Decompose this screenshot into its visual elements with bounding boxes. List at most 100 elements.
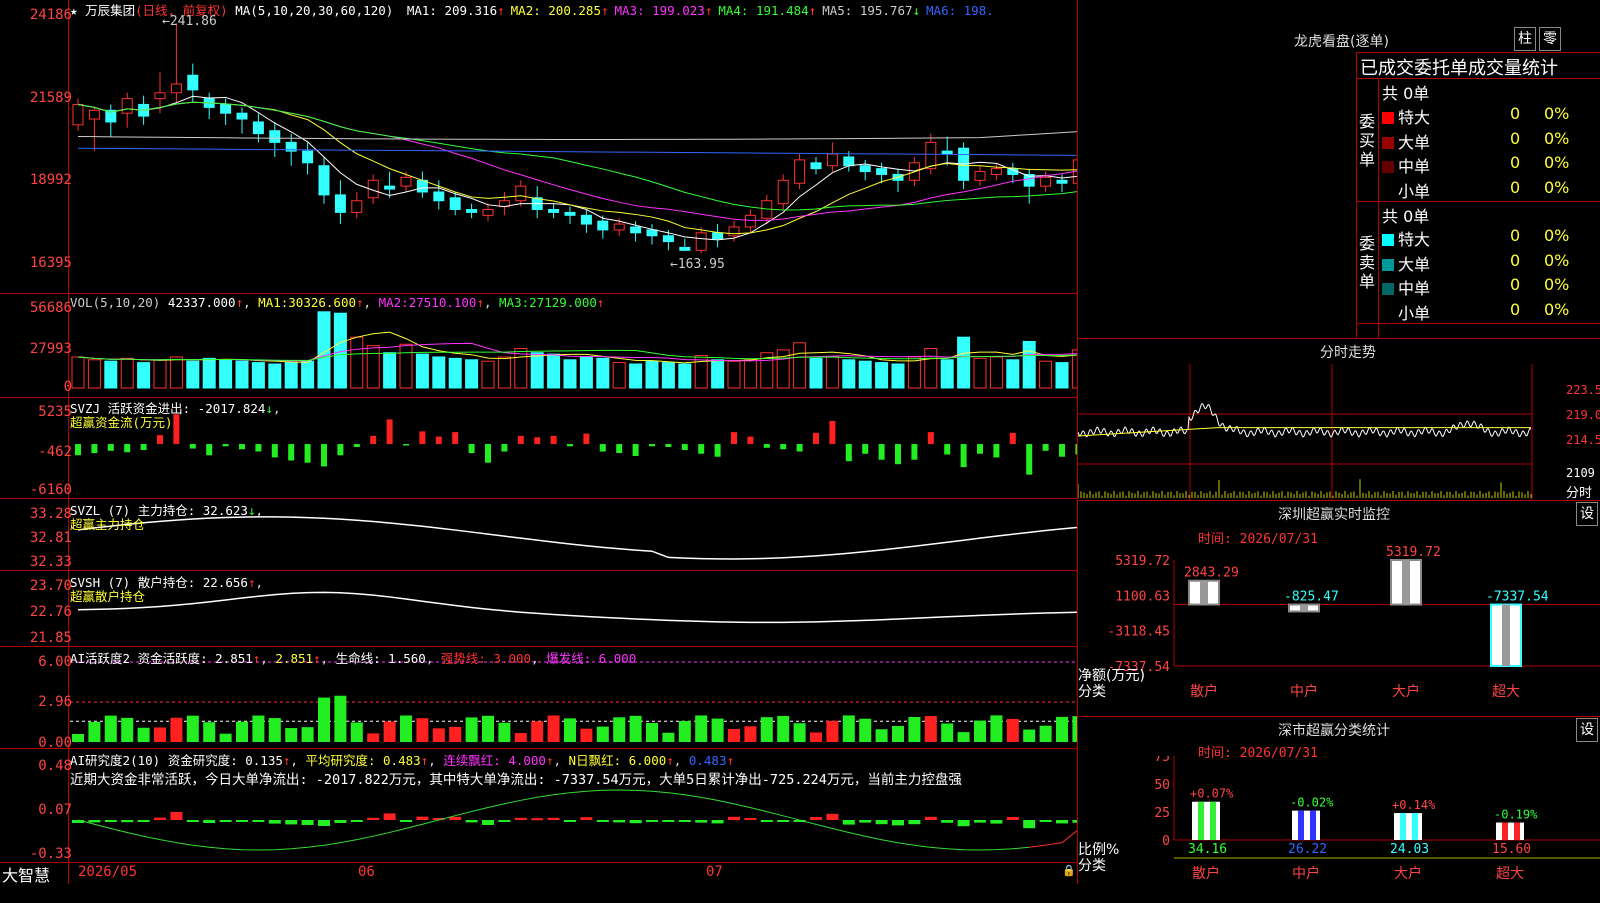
flow-bar-3 (124, 444, 131, 453)
research-bar-33 (613, 820, 626, 823)
brand-logo: 大智慧 (2, 866, 51, 885)
dragon-panel: 龙虎看盘(逐单) 柱 零 已成交委托单成交量统计 委买单 委卖单 共 0单 共 … (1078, 0, 1600, 340)
ai-bar-21 (416, 718, 429, 742)
x-label-2: 07 (706, 864, 723, 880)
intraday-unit: 分时 (1566, 486, 1593, 501)
vol-bar-53 (940, 359, 954, 389)
research-bar-32 (596, 820, 609, 822)
buy-total: 共 0单 (1382, 84, 1430, 103)
flow-bar-40 (731, 432, 737, 445)
mon-value-3: -7337.54 (1486, 590, 1549, 605)
flow-bar-33 (616, 444, 623, 454)
stat-ylabel: 比例% (1078, 842, 1119, 858)
stat-change-0: +0.07% (1190, 787, 1234, 801)
research-bar-18 (367, 817, 380, 820)
vol-bar-47 (842, 359, 856, 389)
flow-bar-57 (1009, 432, 1016, 445)
buy-row-0: 特大 0 0% (1382, 104, 1569, 128)
ai-bar-35 (646, 722, 658, 742)
lock-icon[interactable]: 🔒 (1062, 864, 1076, 877)
candle-21 (416, 171, 428, 198)
mon-value-0: 2843.29 (1184, 566, 1239, 581)
mon-cat-1: 中户 (1290, 683, 1318, 700)
ai-bar-11 (252, 715, 265, 742)
sz-monitor-chart[interactable]: 5319.72 1100.63 -3118.45 -7337.54 2843.29 散户 -… (1078, 540, 1600, 716)
candle-43 (777, 174, 789, 210)
svzj-tick-2: -6160 (29, 482, 72, 498)
sz-stats-settings[interactable]: 设 (1576, 718, 1598, 742)
buy-swatch-3 (1382, 185, 1394, 198)
vol-bar-48 (858, 360, 872, 389)
svsh-tick-0: 23.70 (29, 578, 72, 594)
mon-xlabel: 分类 (1078, 684, 1106, 700)
research-bar-1 (88, 820, 101, 823)
candle-35 (646, 224, 658, 245)
vol-bar-57 (1006, 359, 1020, 389)
stat-cat-0: 散户 (1192, 865, 1220, 882)
research-bar-40 (728, 816, 740, 820)
sz-stats-chart[interactable]: 75 50 25 0 +0.07% 34.16 散户 -0.02% 26.22 中户 +0.14% 2… (1078, 750, 1600, 900)
intraday-tick-1: 219.0 (1566, 408, 1600, 422)
intraday-tick-2: 214.5 (1566, 433, 1600, 447)
flow-bar-17 (353, 444, 360, 448)
dragon-header: 已成交委托单成交量统计 (1360, 58, 1558, 79)
vol-bar-26 (497, 356, 511, 389)
vol-bar-30 (563, 359, 577, 389)
btn-zero[interactable]: 零 (1539, 27, 1561, 51)
flow-bar-30 (567, 444, 573, 447)
research-bar-52 (924, 816, 937, 820)
ai-bar-47 (842, 715, 855, 742)
vol-bar-14 (301, 360, 315, 389)
research-bar-43 (777, 820, 790, 822)
candle-27 (515, 180, 527, 207)
flow-bar-50 (895, 444, 901, 465)
candle-23 (449, 191, 461, 216)
vol-bar-0 (71, 356, 85, 389)
ai2-comment: 近期大资金非常活跃，今日大单净流出: -2017.822万元，其中特大单净流出:… (70, 772, 962, 788)
vol-bar-2 (104, 360, 118, 389)
sell-swatch-3 (1382, 307, 1394, 320)
ma-value-5: MA5: 195.767 (822, 3, 913, 18)
svzj-tick-1: -462 (38, 444, 72, 460)
stat-value-0: 34.16 (1188, 842, 1227, 857)
vol-bar-41 (743, 359, 757, 389)
intraday-tick-0: 223.5 (1566, 383, 1600, 397)
candle-9 (220, 98, 232, 125)
flow-bar-5 (157, 435, 163, 445)
ai-bar-33 (613, 717, 626, 742)
candle-46 (826, 142, 838, 172)
ai2-tick-2: -0.33 (29, 846, 72, 862)
candle-28 (531, 186, 543, 219)
vol-bar-37 (678, 363, 692, 389)
flow-bar-29 (550, 435, 557, 445)
research-bar-28 (531, 818, 544, 821)
btn-bar[interactable]: 柱 (1514, 27, 1536, 51)
research-bar-47 (842, 820, 855, 825)
stock-name: 万辰集团 (85, 3, 136, 18)
flow-bar-49 (878, 444, 885, 460)
sz-monitor-settings[interactable]: 设 (1576, 502, 1598, 526)
flow-bar-26 (501, 444, 508, 452)
research-bar-58 (1023, 820, 1036, 829)
candle-39 (712, 224, 724, 248)
sell-swatch-1 (1382, 258, 1394, 271)
ai-bar-40 (728, 728, 740, 742)
vol-bar-1 (87, 359, 101, 389)
vol-bar-28 (530, 352, 544, 389)
ai-bar-28 (531, 721, 544, 742)
mon-tick-2: -3118.45 (1107, 625, 1170, 640)
candle-50 (892, 168, 904, 192)
buy-row-3: 小单 0 0% (1382, 178, 1569, 202)
vol-bar-32 (596, 357, 610, 389)
vol-bar-52 (924, 347, 938, 389)
stat-bar-3 (1496, 822, 1524, 840)
mon-value-2: 5319.72 (1386, 545, 1441, 560)
research-bar-37 (678, 820, 691, 822)
intraday-chart[interactable] (1077, 364, 1600, 500)
flow-bar-20 (403, 444, 409, 446)
mon-bar-3 (1490, 603, 1522, 667)
stat-change-2: +0.14% (1392, 798, 1436, 812)
flow-bar-52 (927, 432, 934, 445)
ai-bar-59 (1039, 725, 1052, 742)
ma-value-1: MA1: 209.316 (406, 3, 498, 18)
